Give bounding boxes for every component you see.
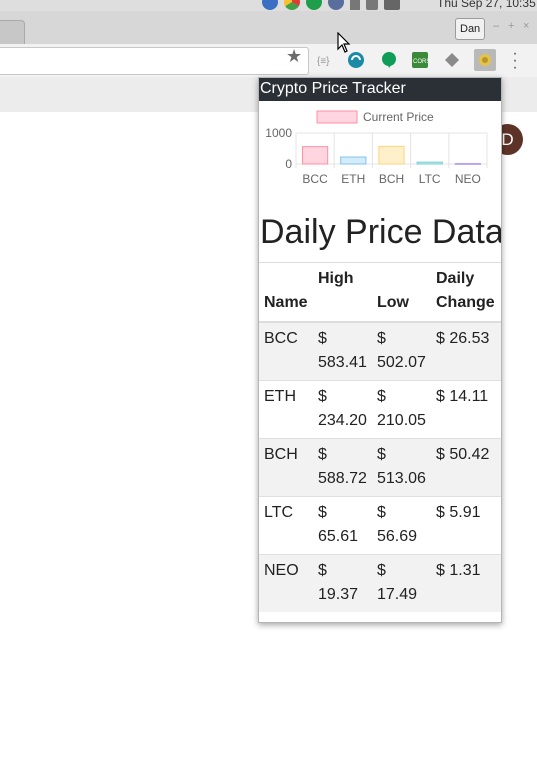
coin-name: BCH — [259, 438, 313, 497]
address-bar[interactable] — [0, 47, 309, 75]
table-header-row: Name High Low Daily Change — [259, 262, 501, 323]
x-axis: BCC ETH BCH LTC NEO — [302, 172, 480, 186]
hangouts-icon[interactable] — [381, 52, 397, 68]
profile-button[interactable]: Dan — [455, 18, 486, 40]
volume-icon[interactable] — [366, 0, 378, 10]
coin-low: $ 502.07 — [372, 321, 431, 381]
legend-swatch — [316, 110, 358, 124]
bar-bcc — [301, 146, 329, 165]
y-tick-label: 0 — [285, 157, 292, 171]
coin-daily-change: $ 50.42 — [431, 438, 501, 497]
chrome-icon[interactable] — [284, 0, 300, 10]
bookmark-star-icon[interactable]: ★ — [286, 47, 302, 65]
bluetooth-icon[interactable] — [262, 0, 278, 10]
price-table: Name High Low Daily Change BCC $ 583.41 … — [259, 262, 501, 612]
crypto-tracker-popup: Crypto Price Tracker Current Price 1000 0… — [258, 77, 502, 623]
chart-legend[interactable]: Current Price — [316, 110, 434, 124]
x-tick-label: BCC — [302, 172, 328, 186]
mouse-cursor-icon — [337, 32, 351, 53]
json-viewer-icon[interactable]: {≡} — [317, 52, 333, 68]
coin-high: $ 19.37 — [313, 554, 372, 612]
page-title: Daily Price Data — [260, 213, 502, 251]
coin-daily-change: $ 26.53 — [431, 321, 501, 381]
y-axis: 1000 0 — [265, 126, 292, 171]
column-header-high: High — [313, 262, 372, 323]
system-tray — [262, 0, 400, 10]
svg-text:{≡}: {≡} — [317, 56, 330, 67]
table-row: BCH $ 588.72 $ 513.06 $ 50.42 — [259, 438, 501, 497]
bar-eth — [340, 156, 367, 165]
coin-daily-change: $ 14.11 — [431, 380, 501, 439]
sync-icon[interactable] — [348, 52, 364, 68]
os-top-bar: Thu Sep 27, 10:35 — [0, 0, 537, 11]
column-header-daily-change: Daily Change — [431, 262, 501, 323]
coin-name: BCC — [259, 321, 313, 381]
x-tick-label: ETH — [341, 172, 365, 186]
table-row: NEO $ 19.37 $ 17.49 $ 1.31 — [259, 554, 501, 612]
coin-high: $ 583.41 — [313, 321, 372, 381]
coin-low: $ 513.06 — [372, 438, 431, 497]
table-row: ETH $ 234.20 $ 210.05 $ 14.11 — [259, 380, 501, 439]
column-header-name: Name — [259, 262, 313, 323]
shield-icon[interactable] — [328, 0, 344, 10]
coin-name: ETH — [259, 380, 313, 439]
coin-high: $ 234.20 — [313, 380, 372, 439]
coin-name: LTC — [259, 496, 313, 555]
table-row: LTC $ 65.61 $ 56.69 $ 5.91 — [259, 496, 501, 555]
tab-strip: Dan – + × — [0, 11, 537, 45]
coin-high: $ 65.61 — [313, 496, 372, 555]
mail-icon[interactable] — [384, 0, 400, 10]
svg-text:CORS: CORS — [413, 59, 428, 65]
x-tick-label: NEO — [455, 172, 481, 186]
coin-low: $ 17.49 — [372, 554, 431, 612]
browser-tab[interactable] — [0, 20, 25, 45]
bar-bch — [378, 145, 405, 165]
legend-label: Current Price — [363, 110, 434, 124]
x-tick-label: LTC — [419, 172, 441, 186]
maximize-button[interactable]: + — [508, 20, 514, 32]
network-icon[interactable] — [350, 0, 360, 10]
y-tick-label: 1000 — [265, 126, 292, 140]
column-header-low: Low — [372, 262, 431, 323]
coin-high: $ 588.72 — [313, 438, 372, 497]
popup-header: Crypto Price Tracker — [259, 78, 501, 101]
chart-bars — [301, 145, 482, 165]
table-row: BCC $ 583.41 $ 502.07 $ 26.53 — [259, 321, 501, 381]
coin-low: $ 56.69 — [372, 496, 431, 555]
browser-menu-icon[interactable]: · · · — [511, 46, 519, 76]
bar-ltc — [416, 161, 443, 165]
coin-low: $ 210.05 — [372, 380, 431, 439]
layers-icon[interactable] — [444, 52, 460, 68]
cors-icon[interactable]: CORS — [412, 52, 428, 68]
coin-daily-change: $ 1.31 — [431, 554, 501, 612]
close-window-button[interactable]: × — [523, 20, 529, 32]
coin-name: NEO — [259, 554, 313, 612]
bar-neo — [454, 162, 482, 165]
coin-daily-change: $ 5.91 — [431, 496, 501, 555]
browser-toolbar: ★ {≡} CORS ··· — [0, 44, 537, 77]
system-clock[interactable]: Thu Sep 27, 10:35 — [437, 0, 536, 10]
minimize-button[interactable]: – — [493, 20, 499, 32]
x-tick-label: BCH — [379, 172, 404, 186]
price-bar-chart: Current Price 1000 0 BCC ETH BCH LTC NEO — [265, 110, 488, 186]
crypto-tracker-icon[interactable] — [474, 49, 496, 71]
hangouts-icon[interactable] — [306, 0, 322, 10]
